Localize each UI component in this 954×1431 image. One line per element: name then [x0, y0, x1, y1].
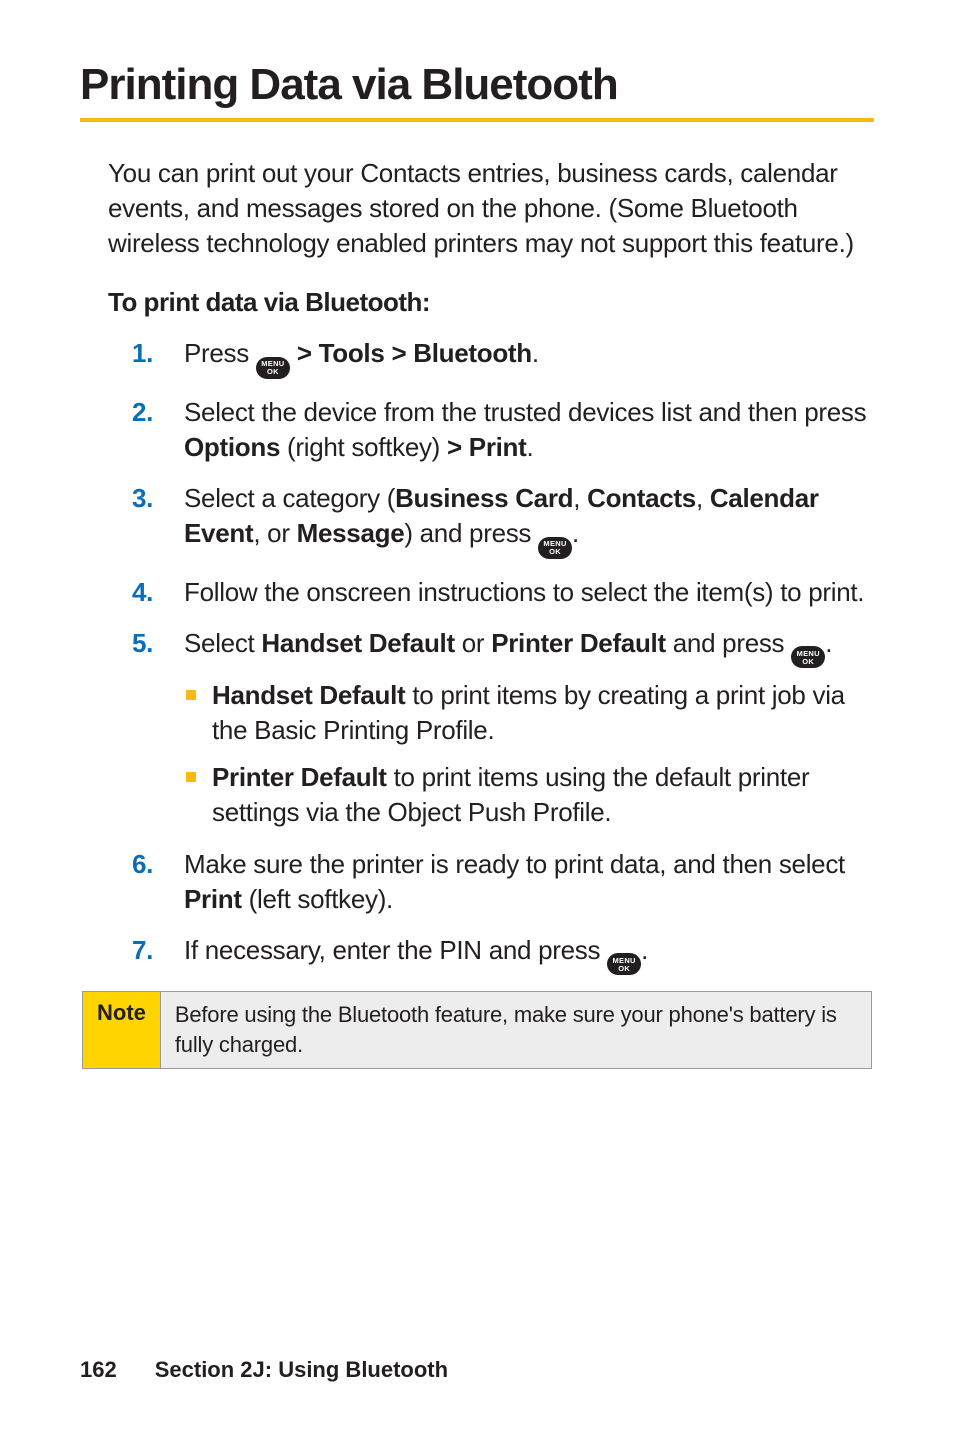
step-2: Select the device from the trusted devic… — [132, 395, 874, 465]
sub-bold: Printer Default — [212, 762, 387, 792]
step-text: If necessary, enter the PIN and press — [184, 935, 607, 965]
step-text: Press — [184, 338, 256, 368]
page-number: 162 — [80, 1357, 117, 1382]
step-bold: Message — [297, 518, 405, 548]
intro-paragraph: You can print out your Contacts entries,… — [108, 156, 870, 261]
step-bold: > Print — [447, 432, 527, 462]
note-label: Note — [83, 992, 161, 1067]
step-text: (right softkey) — [280, 432, 447, 462]
step-5: Select Handset Default or Printer Defaul… — [132, 626, 874, 831]
sub-bold: Handset Default — [212, 680, 405, 710]
menu-ok-icon: MENUOK — [256, 357, 290, 379]
step-text: or — [455, 628, 491, 658]
steps-list: Press MENUOK > Tools > Bluetooth. Select… — [132, 336, 874, 975]
step-bold: Contacts — [587, 483, 696, 513]
page-title: Printing Data via Bluetooth — [80, 60, 874, 110]
step-bold: Printer Default — [491, 628, 666, 658]
section-label: Section 2J: Using Bluetooth — [155, 1357, 448, 1382]
title-rule — [80, 118, 874, 122]
step-bold: Business Card — [395, 483, 573, 513]
step-text: Make sure the printer is ready to print … — [184, 849, 845, 879]
step-text: Select the device from the trusted devic… — [184, 397, 866, 427]
menu-ok-icon: MENUOK — [791, 646, 825, 668]
note-box: Note Before using the Bluetooth feature,… — [82, 991, 872, 1068]
step-text: Select a category ( — [184, 483, 395, 513]
page-footer: 162 Section 2J: Using Bluetooth — [80, 1357, 448, 1383]
step-text: . — [527, 432, 534, 462]
step-bold: Print — [184, 884, 242, 914]
step-6: Make sure the printer is ready to print … — [132, 847, 874, 917]
step-text: Follow the onscreen instructions to sele… — [184, 577, 864, 607]
step-text: Select — [184, 628, 261, 658]
step-text: ) and press — [404, 518, 538, 548]
step-4: Follow the onscreen instructions to sele… — [132, 575, 874, 610]
step-7: If necessary, enter the PIN and press ME… — [132, 933, 874, 976]
step-text: (left softkey). — [242, 884, 393, 914]
step-3: Select a category (Business Card, Contac… — [132, 481, 874, 559]
step-text: . — [641, 935, 648, 965]
step-bold: > Tools > Bluetooth — [290, 338, 532, 368]
step-bold: Handset Default — [261, 628, 454, 658]
note-body: Before using the Bluetooth feature, make… — [161, 992, 871, 1067]
step-text: , — [696, 483, 710, 513]
step-text: . — [825, 628, 832, 658]
sub-item-handset-default: Handset Default to print items by creati… — [184, 678, 874, 748]
step-text: , — [573, 483, 587, 513]
step-text: . — [572, 518, 579, 548]
sub-item-printer-default: Printer Default to print items using the… — [184, 760, 874, 830]
step-bold: Options — [184, 432, 280, 462]
step-text: . — [532, 338, 539, 368]
sub-list: Handset Default to print items by creati… — [184, 678, 874, 830]
step-text: and press — [666, 628, 791, 658]
menu-ok-icon: MENUOK — [607, 953, 641, 975]
menu-ok-icon: MENUOK — [538, 537, 572, 559]
step-1: Press MENUOK > Tools > Bluetooth. — [132, 336, 874, 379]
step-text: , or — [253, 518, 296, 548]
procedure-heading: To print data via Bluetooth: — [108, 287, 874, 318]
